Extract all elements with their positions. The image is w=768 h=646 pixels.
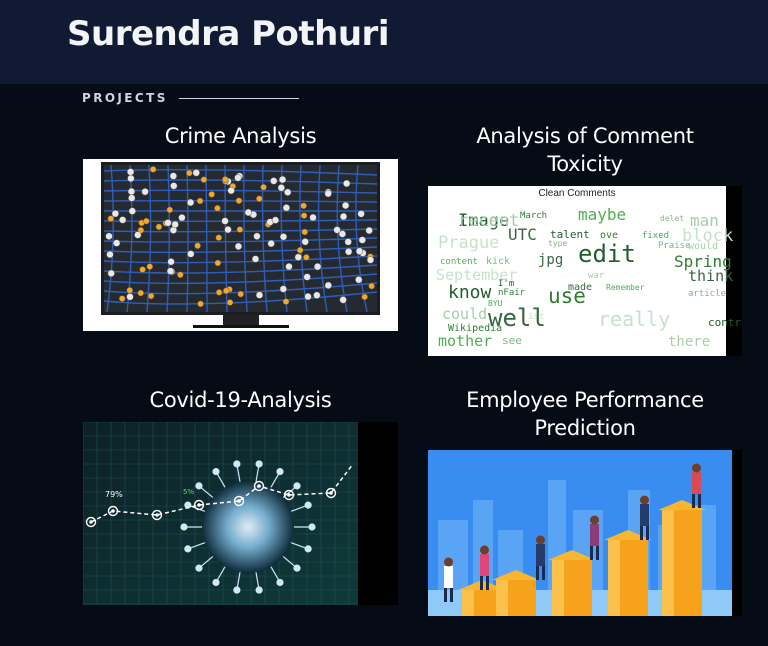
- cloud-word: there: [668, 334, 710, 350]
- word-cloud-caption: Clean Comments: [538, 188, 615, 199]
- cloud-word: March: [520, 211, 547, 221]
- section-label: PROJECTS: [82, 91, 168, 105]
- project-title[interactable]: Analysis of Comment Toxicity: [428, 122, 742, 178]
- site-header: Surendra Pothuri: [0, 0, 768, 84]
- chart-label: 5%: [183, 488, 194, 496]
- project-title-line: Prediction: [534, 416, 636, 440]
- cloud-word: nFair: [498, 288, 526, 298]
- cloud-word: think: [688, 267, 733, 285]
- cloud-word: type: [548, 239, 567, 248]
- cloud-word: mother: [438, 332, 492, 350]
- project-title[interactable]: Crime Analysis: [83, 122, 398, 150]
- project-title[interactable]: Covid-19-Analysis: [83, 386, 398, 414]
- chart-label: 79%: [105, 490, 123, 499]
- cloud-word: would: [688, 241, 718, 252]
- covid-analysis-image[interactable]: 79% 5%: [83, 422, 398, 605]
- project-title-line: Toxicity: [547, 152, 623, 176]
- cloud-word: BYU: [488, 299, 503, 308]
- cloud-word: article: [688, 289, 726, 299]
- employee-performance-image[interactable]: [428, 450, 742, 616]
- cloud-word: maybe: [578, 205, 626, 224]
- cloud-word: war: [588, 271, 605, 281]
- crime-analysis-image[interactable]: [83, 159, 398, 331]
- project-title-line: Employee Performance: [466, 388, 704, 412]
- cloud-word: made: [568, 282, 592, 293]
- cloud-word: Praise: [658, 241, 691, 251]
- cloud-word: recent: [458, 211, 519, 231]
- project-title[interactable]: Employee Performance Prediction: [428, 386, 742, 442]
- cloud-word: really: [598, 307, 670, 331]
- cloud-word: delet: [660, 214, 684, 223]
- cloud-word: see: [502, 334, 522, 347]
- section-divider: [179, 98, 299, 99]
- project-title-line: Analysis of Comment: [476, 124, 694, 148]
- cloud-word: know: [448, 282, 492, 303]
- word-cloud-image[interactable]: Clean Comments Image March maybe delet man bl…: [428, 186, 742, 356]
- cloud-word: could: [442, 305, 487, 323]
- cloud-word: Remember: [606, 283, 645, 292]
- cloud-word: contra: [708, 316, 742, 329]
- cloud-word: fixed: [642, 231, 669, 241]
- cloud-word: Prague: [438, 233, 499, 253]
- cloud-word: jpg: [538, 252, 563, 268]
- cloud-word: edit: [578, 240, 636, 268]
- site-title[interactable]: Surendra Pothuri: [67, 14, 389, 54]
